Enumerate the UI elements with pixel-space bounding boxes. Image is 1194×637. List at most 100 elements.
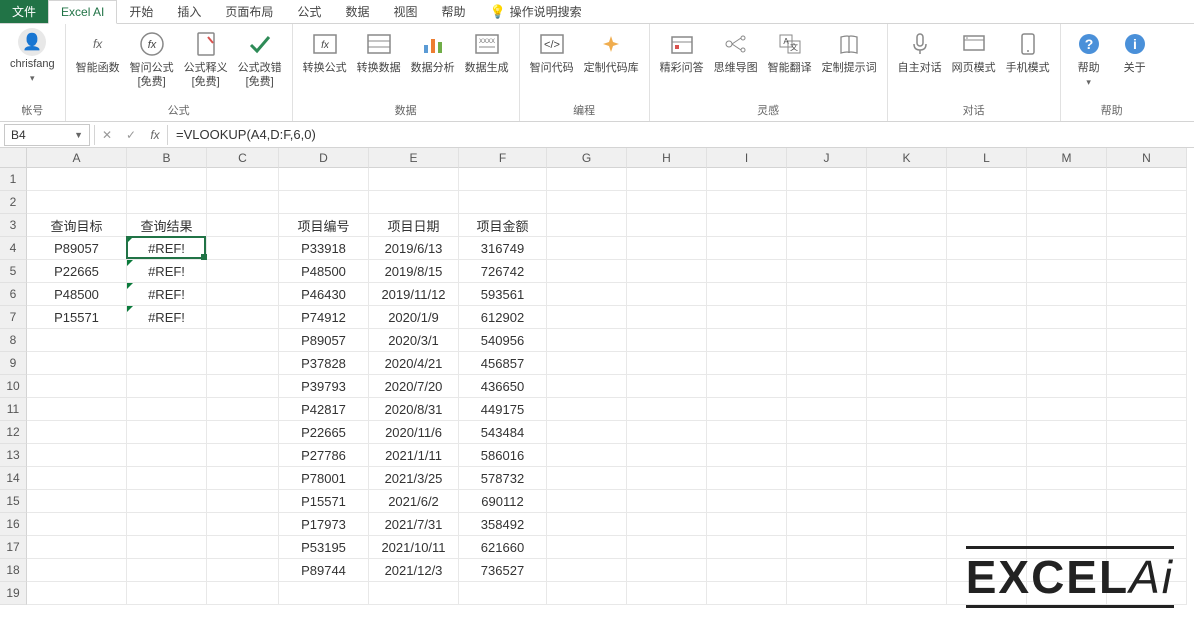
cell[interactable] (867, 490, 947, 513)
cell[interactable] (787, 214, 867, 237)
cell[interactable] (627, 352, 707, 375)
cell[interactable] (547, 329, 627, 352)
cell[interactable] (127, 467, 207, 490)
cell[interactable]: P22665 (27, 260, 127, 283)
cell[interactable] (127, 398, 207, 421)
cell[interactable]: P22665 (279, 421, 369, 444)
cell[interactable] (369, 168, 459, 191)
btn-translate[interactable]: A文智能翻译 (764, 26, 816, 78)
column-header[interactable]: N (1107, 148, 1187, 168)
btn-mobile-mode[interactable]: 手机模式 (1002, 26, 1054, 78)
cell[interactable] (707, 214, 787, 237)
cell[interactable]: #REF! (127, 237, 207, 260)
cell[interactable] (867, 214, 947, 237)
cell[interactable]: 2019/8/15 (369, 260, 459, 283)
cell[interactable] (1027, 306, 1107, 329)
cell[interactable] (787, 513, 867, 536)
btn-ask-code[interactable]: </>智问代码 (526, 26, 578, 78)
cell[interactable]: P27786 (279, 444, 369, 467)
cell[interactable] (787, 375, 867, 398)
row-header[interactable]: 17 (0, 536, 27, 559)
cell[interactable] (707, 467, 787, 490)
cell[interactable] (867, 467, 947, 490)
cell[interactable] (947, 467, 1027, 490)
cell[interactable] (547, 398, 627, 421)
cell[interactable] (787, 283, 867, 306)
cell[interactable] (707, 559, 787, 582)
cell[interactable] (1107, 398, 1187, 421)
cell[interactable] (27, 168, 127, 191)
cell[interactable] (627, 306, 707, 329)
cell[interactable] (127, 582, 207, 605)
cell[interactable] (627, 283, 707, 306)
cell[interactable] (867, 306, 947, 329)
cell[interactable] (1027, 444, 1107, 467)
cell[interactable] (547, 260, 627, 283)
cell[interactable] (947, 283, 1027, 306)
cell[interactable] (127, 559, 207, 582)
cell[interactable] (1107, 329, 1187, 352)
btn-conv-formula[interactable]: fx转换公式 (299, 26, 351, 78)
cell[interactable] (27, 329, 127, 352)
cell[interactable]: P17973 (279, 513, 369, 536)
cell[interactable] (947, 306, 1027, 329)
cell[interactable] (1107, 490, 1187, 513)
cell[interactable] (27, 490, 127, 513)
cell[interactable]: 2021/12/3 (369, 559, 459, 582)
cell[interactable] (279, 191, 369, 214)
btn-qa[interactable]: 精彩问答 (656, 26, 708, 78)
cell[interactable] (707, 444, 787, 467)
cell[interactable]: 项目编号 (279, 214, 369, 237)
cell[interactable] (547, 283, 627, 306)
cell[interactable] (207, 398, 279, 421)
cell[interactable] (867, 421, 947, 444)
cell[interactable] (27, 536, 127, 559)
cell[interactable] (207, 421, 279, 444)
cell[interactable] (867, 191, 947, 214)
cell[interactable] (867, 398, 947, 421)
btn-help[interactable]: ?帮助▾ (1067, 26, 1111, 92)
cell[interactable] (127, 352, 207, 375)
cell[interactable] (947, 237, 1027, 260)
cell[interactable]: #REF! (127, 283, 207, 306)
cell[interactable] (627, 559, 707, 582)
tab-tellme[interactable]: 💡操作说明搜索 (477, 0, 593, 23)
tab-insert[interactable]: 插入 (165, 0, 213, 23)
row-header[interactable]: 14 (0, 467, 27, 490)
cell[interactable] (627, 398, 707, 421)
cell[interactable]: P33918 (279, 237, 369, 260)
cell[interactable]: 436650 (459, 375, 547, 398)
cell[interactable] (627, 214, 707, 237)
row-header[interactable]: 8 (0, 329, 27, 352)
cancel-button[interactable]: ✕ (95, 124, 119, 146)
cell[interactable]: 540956 (459, 329, 547, 352)
cell[interactable] (947, 490, 1027, 513)
cell[interactable]: 578732 (459, 467, 547, 490)
row-header[interactable]: 15 (0, 490, 27, 513)
cell[interactable] (207, 283, 279, 306)
column-header[interactable]: D (279, 148, 369, 168)
cell[interactable]: P74912 (279, 306, 369, 329)
cell[interactable] (707, 536, 787, 559)
cell[interactable] (547, 490, 627, 513)
column-header[interactable]: L (947, 148, 1027, 168)
cell[interactable]: P39793 (279, 375, 369, 398)
cell[interactable] (1107, 191, 1187, 214)
btn-auto-chat[interactable]: 自主对话 (894, 26, 946, 78)
cell[interactable] (787, 329, 867, 352)
cell[interactable] (207, 191, 279, 214)
cell[interactable] (947, 421, 1027, 444)
cell[interactable] (627, 329, 707, 352)
btn-code-lib[interactable]: 定制代码库 (580, 26, 643, 78)
cell[interactable] (867, 536, 947, 559)
cell[interactable] (1027, 490, 1107, 513)
btn-smart-function[interactable]: fx智能函数 (72, 26, 124, 78)
tab-data[interactable]: 数据 (333, 0, 381, 23)
cell[interactable] (27, 375, 127, 398)
column-header[interactable]: A (27, 148, 127, 168)
cell[interactable]: 586016 (459, 444, 547, 467)
cell[interactable] (627, 260, 707, 283)
cell[interactable]: 2021/3/25 (369, 467, 459, 490)
cell[interactable]: 2021/1/11 (369, 444, 459, 467)
name-box[interactable]: B4▼ (4, 124, 90, 146)
